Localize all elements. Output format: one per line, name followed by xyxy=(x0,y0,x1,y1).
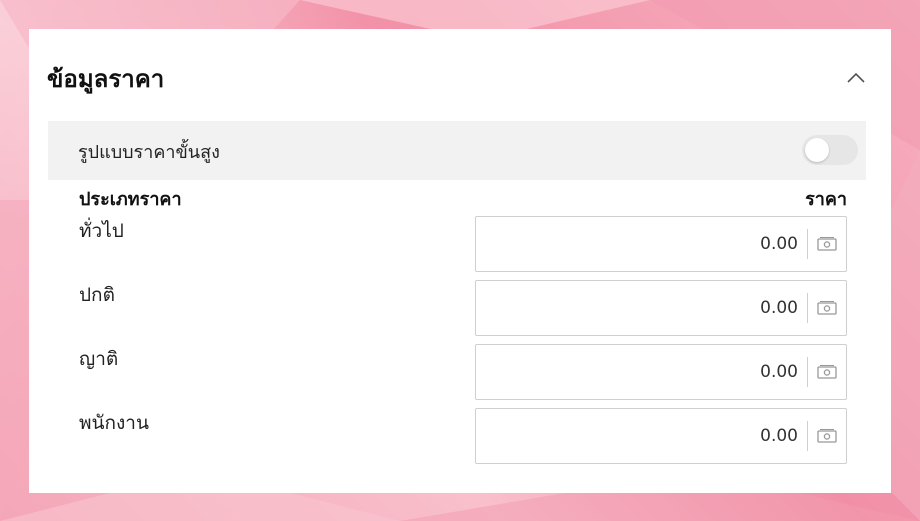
price-row-relative: ญาติ 0.00 xyxy=(29,344,891,400)
advanced-pricing-toggle[interactable] xyxy=(802,135,858,165)
cash-icon xyxy=(817,237,837,251)
panel-header: ข้อมูลราคา xyxy=(47,63,873,95)
column-header-price-type: ประเภทราคา xyxy=(79,189,182,210)
price-row-label: ญาติ xyxy=(79,348,119,370)
price-row-general: ทั่วไป 0.00 xyxy=(29,216,891,272)
price-value: 0.00 xyxy=(760,298,798,318)
cash-icon xyxy=(817,365,837,379)
price-row-normal: ปกติ 0.00 xyxy=(29,280,891,336)
price-input-general[interactable]: 0.00 xyxy=(475,216,847,272)
price-value: 0.00 xyxy=(760,362,798,382)
price-row-label: ปกติ xyxy=(79,284,115,306)
column-header-price: ราคา xyxy=(805,189,847,210)
input-divider xyxy=(807,421,808,451)
price-row-employee: พนักงาน 0.00 xyxy=(29,408,891,464)
chevron-up-icon[interactable] xyxy=(845,67,867,89)
toggle-knob xyxy=(805,138,829,162)
input-divider xyxy=(807,293,808,323)
price-value: 0.00 xyxy=(760,234,798,254)
input-divider xyxy=(807,357,808,387)
input-divider xyxy=(807,229,808,259)
price-input-relative[interactable]: 0.00 xyxy=(475,344,847,400)
cash-icon xyxy=(817,301,837,315)
cash-icon xyxy=(817,429,837,443)
price-info-panel: ข้อมูลราคา รูปแบบราคาขั้นสูง ประเภทราคา … xyxy=(29,29,891,493)
panel-title: ข้อมูลราคา xyxy=(47,65,165,93)
advanced-pricing-row: รูปแบบราคาขั้นสูง xyxy=(48,121,866,180)
price-value: 0.00 xyxy=(760,426,798,446)
price-input-employee[interactable]: 0.00 xyxy=(475,408,847,464)
price-row-label: ทั่วไป xyxy=(79,220,124,242)
price-row-label: พนักงาน xyxy=(79,412,149,434)
advanced-pricing-label: รูปแบบราคาขั้นสูง xyxy=(78,142,220,163)
price-input-normal[interactable]: 0.00 xyxy=(475,280,847,336)
